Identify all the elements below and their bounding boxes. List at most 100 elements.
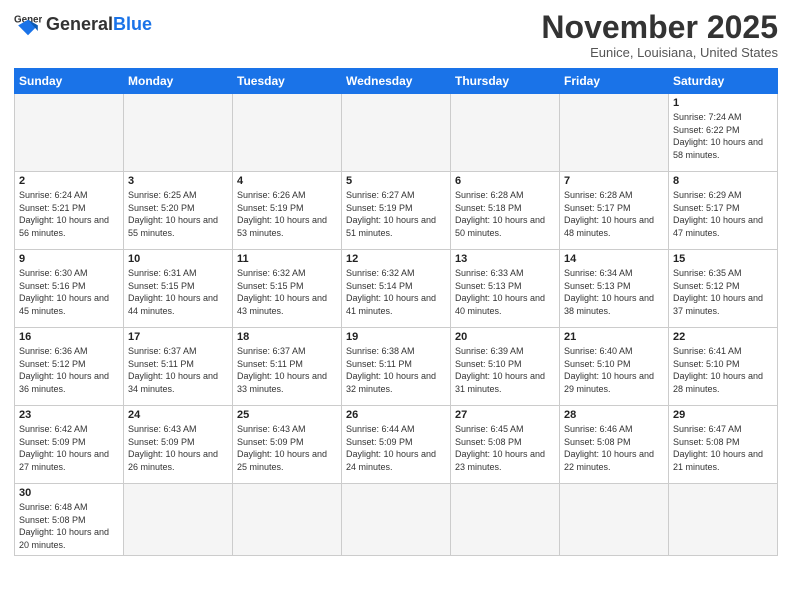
- calendar-cell: 15 Sunrise: 6:35 AM Sunset: 5:12 PM Dayli…: [669, 250, 778, 328]
- calendar-cell: 28 Sunrise: 6:46 AM Sunset: 5:08 PM Dayli…: [560, 406, 669, 484]
- day-info: Sunrise: 6:44 AM Sunset: 5:09 PM Dayligh…: [346, 423, 446, 473]
- calendar-cell: 17 Sunrise: 6:37 AM Sunset: 5:11 PM Dayli…: [124, 328, 233, 406]
- day-info: Sunrise: 6:46 AM Sunset: 5:08 PM Dayligh…: [564, 423, 664, 473]
- calendar-cell: 2 Sunrise: 6:24 AM Sunset: 5:21 PM Daylig…: [15, 172, 124, 250]
- day-number: 29: [673, 409, 773, 421]
- calendar-cell: 30Sunrise: 6:48 AM Sunset: 5:08 PM Dayli…: [15, 484, 124, 555]
- day-number: 26: [346, 409, 446, 421]
- day-number: 5: [346, 175, 446, 187]
- calendar-cell: 1 Sunrise: 7:24 AM Sunset: 6:22 PM Daylig…: [669, 94, 778, 172]
- weekday-header-row: Sunday Monday Tuesday Wednesday Thursday…: [15, 69, 778, 94]
- day-info: Sunrise: 6:42 AM Sunset: 5:09 PM Dayligh…: [19, 423, 119, 473]
- day-number: 17: [128, 331, 228, 343]
- day-info: Sunrise: 6:37 AM Sunset: 5:11 PM Dayligh…: [128, 345, 228, 395]
- day-number: 20: [455, 331, 555, 343]
- day-number: 7: [564, 175, 664, 187]
- calendar-table: Sunday Monday Tuesday Wednesday Thursday…: [14, 68, 778, 555]
- calendar-cell: [233, 94, 342, 172]
- day-info: Sunrise: 6:25 AM Sunset: 5:20 PM Dayligh…: [128, 189, 228, 239]
- day-number: 1: [673, 97, 773, 109]
- day-number: 6: [455, 175, 555, 187]
- calendar-cell: [342, 484, 451, 555]
- calendar-cell: 23 Sunrise: 6:42 AM Sunset: 5:09 PM Dayli…: [15, 406, 124, 484]
- day-number: 13: [455, 253, 555, 265]
- calendar-cell: [451, 94, 560, 172]
- day-info: Sunrise: 6:27 AM Sunset: 5:19 PM Dayligh…: [346, 189, 446, 239]
- day-info: Sunrise: 6:32 AM Sunset: 5:15 PM Dayligh…: [237, 267, 337, 317]
- day-info: Sunrise: 6:33 AM Sunset: 5:13 PM Dayligh…: [455, 267, 555, 317]
- calendar-cell: [342, 94, 451, 172]
- calendar-cell: [560, 94, 669, 172]
- header-wednesday: Wednesday: [342, 69, 451, 94]
- logo: General GeneralBlue: [14, 10, 152, 38]
- page: General GeneralBlue November 2025 Eunice…: [0, 0, 792, 612]
- calendar-cell: 26 Sunrise: 6:44 AM Sunset: 5:09 PM Dayli…: [342, 406, 451, 484]
- day-number: 27: [455, 409, 555, 421]
- header-tuesday: Tuesday: [233, 69, 342, 94]
- day-info: Sunrise: 6:31 AM Sunset: 5:15 PM Dayligh…: [128, 267, 228, 317]
- calendar-cell: 11Sunrise: 6:32 AM Sunset: 5:15 PM Dayli…: [233, 250, 342, 328]
- calendar-cell: [451, 484, 560, 555]
- day-number: 9: [19, 253, 119, 265]
- calendar-cell: [124, 94, 233, 172]
- day-number: 15: [673, 253, 773, 265]
- day-number: 4: [237, 175, 337, 187]
- calendar-cell: 14Sunrise: 6:34 AM Sunset: 5:13 PM Dayli…: [560, 250, 669, 328]
- day-info: Sunrise: 6:30 AM Sunset: 5:16 PM Dayligh…: [19, 267, 119, 317]
- calendar-cell: [124, 484, 233, 555]
- day-number: 2: [19, 175, 119, 187]
- day-info: Sunrise: 6:36 AM Sunset: 5:12 PM Dayligh…: [19, 345, 119, 395]
- calendar-cell: [560, 484, 669, 555]
- calendar-cell: 5 Sunrise: 6:27 AM Sunset: 5:19 PM Daylig…: [342, 172, 451, 250]
- day-info: Sunrise: 6:24 AM Sunset: 5:21 PM Dayligh…: [19, 189, 119, 239]
- calendar-cell: 20 Sunrise: 6:39 AM Sunset: 5:10 PM Dayli…: [451, 328, 560, 406]
- day-number: 16: [19, 331, 119, 343]
- calendar-cell: 8 Sunrise: 6:29 AM Sunset: 5:17 PM Daylig…: [669, 172, 778, 250]
- calendar-cell: 19 Sunrise: 6:38 AM Sunset: 5:11 PM Dayli…: [342, 328, 451, 406]
- day-info: Sunrise: 6:45 AM Sunset: 5:08 PM Dayligh…: [455, 423, 555, 473]
- day-number: 28: [564, 409, 664, 421]
- header-monday: Monday: [124, 69, 233, 94]
- calendar-cell: 10Sunrise: 6:31 AM Sunset: 5:15 PM Dayli…: [124, 250, 233, 328]
- day-info: Sunrise: 6:28 AM Sunset: 5:18 PM Dayligh…: [455, 189, 555, 239]
- day-info: Sunrise: 6:35 AM Sunset: 5:12 PM Dayligh…: [673, 267, 773, 317]
- day-number: 23: [19, 409, 119, 421]
- header-thursday: Thursday: [451, 69, 560, 94]
- day-info: Sunrise: 6:39 AM Sunset: 5:10 PM Dayligh…: [455, 345, 555, 395]
- day-number: 19: [346, 331, 446, 343]
- day-number: 24: [128, 409, 228, 421]
- calendar-cell: 22Sunrise: 6:41 AM Sunset: 5:10 PM Dayli…: [669, 328, 778, 406]
- day-info: Sunrise: 6:43 AM Sunset: 5:09 PM Dayligh…: [128, 423, 228, 473]
- calendar-cell: 7 Sunrise: 6:28 AM Sunset: 5:17 PM Daylig…: [560, 172, 669, 250]
- logo-text: GeneralBlue: [46, 15, 152, 33]
- calendar-cell: [233, 484, 342, 555]
- calendar-cell: 3Sunrise: 6:25 AM Sunset: 5:20 PM Daylig…: [124, 172, 233, 250]
- calendar-cell: 21Sunrise: 6:40 AM Sunset: 5:10 PM Dayli…: [560, 328, 669, 406]
- header-friday: Friday: [560, 69, 669, 94]
- day-number: 25: [237, 409, 337, 421]
- header-saturday: Saturday: [669, 69, 778, 94]
- calendar-cell: 18Sunrise: 6:37 AM Sunset: 5:11 PM Dayli…: [233, 328, 342, 406]
- header-sunday: Sunday: [15, 69, 124, 94]
- day-number: 22: [673, 331, 773, 343]
- calendar-cell: 24 Sunrise: 6:43 AM Sunset: 5:09 PM Dayli…: [124, 406, 233, 484]
- calendar-cell: 27 Sunrise: 6:45 AM Sunset: 5:08 PM Dayli…: [451, 406, 560, 484]
- calendar-cell: 4 Sunrise: 6:26 AM Sunset: 5:19 PM Daylig…: [233, 172, 342, 250]
- month-title: November 2025: [541, 10, 778, 45]
- day-info: Sunrise: 6:29 AM Sunset: 5:17 PM Dayligh…: [673, 189, 773, 239]
- calendar-cell: 16 Sunrise: 6:36 AM Sunset: 5:12 PM Dayli…: [15, 328, 124, 406]
- day-number: 30: [19, 487, 119, 499]
- day-info: Sunrise: 6:28 AM Sunset: 5:17 PM Dayligh…: [564, 189, 664, 239]
- calendar-cell: 13 Sunrise: 6:33 AM Sunset: 5:13 PM Dayli…: [451, 250, 560, 328]
- calendar-cell: [669, 484, 778, 555]
- calendar-cell: 29Sunrise: 6:47 AM Sunset: 5:08 PM Dayli…: [669, 406, 778, 484]
- day-info: Sunrise: 6:37 AM Sunset: 5:11 PM Dayligh…: [237, 345, 337, 395]
- day-number: 8: [673, 175, 773, 187]
- day-info: Sunrise: 7:24 AM Sunset: 6:22 PM Dayligh…: [673, 111, 773, 161]
- calendar-cell: 9 Sunrise: 6:30 AM Sunset: 5:16 PM Daylig…: [15, 250, 124, 328]
- day-info: Sunrise: 6:32 AM Sunset: 5:14 PM Dayligh…: [346, 267, 446, 317]
- calendar-cell: [15, 94, 124, 172]
- day-info: Sunrise: 6:38 AM Sunset: 5:11 PM Dayligh…: [346, 345, 446, 395]
- day-number: 14: [564, 253, 664, 265]
- day-info: Sunrise: 6:26 AM Sunset: 5:19 PM Dayligh…: [237, 189, 337, 239]
